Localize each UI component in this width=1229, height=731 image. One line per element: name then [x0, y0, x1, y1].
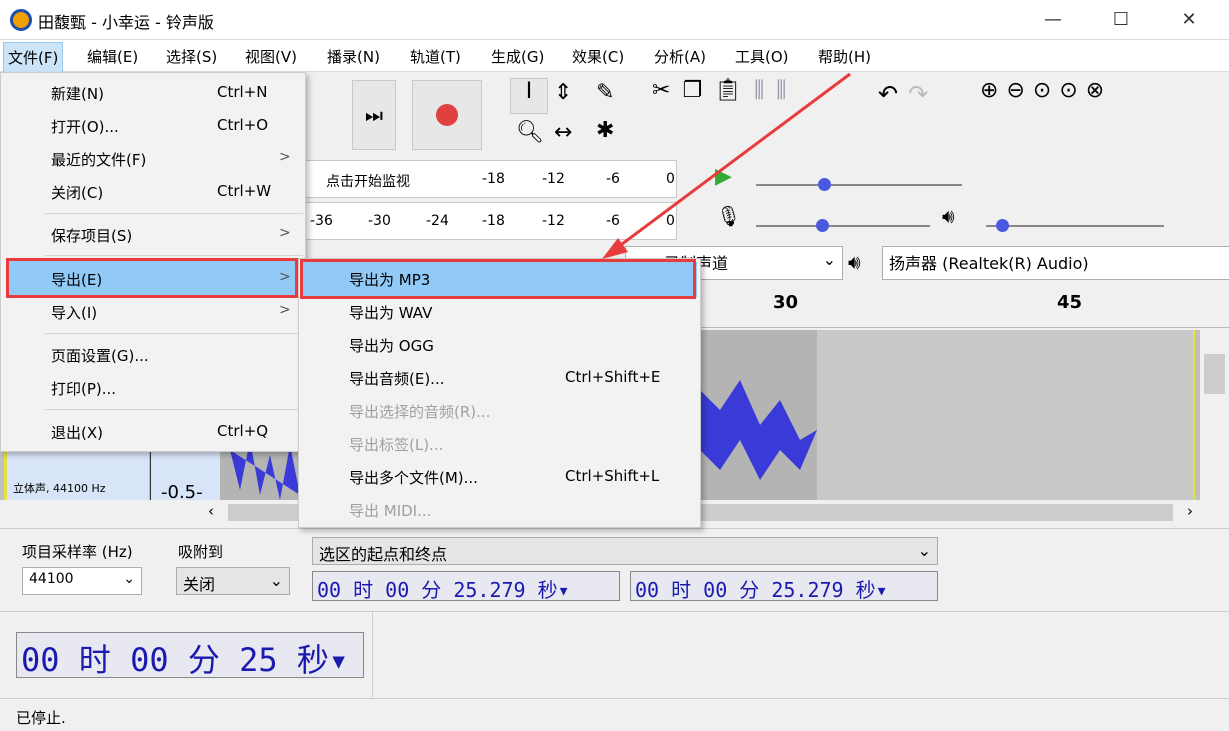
annotation-arrow — [602, 72, 851, 259]
